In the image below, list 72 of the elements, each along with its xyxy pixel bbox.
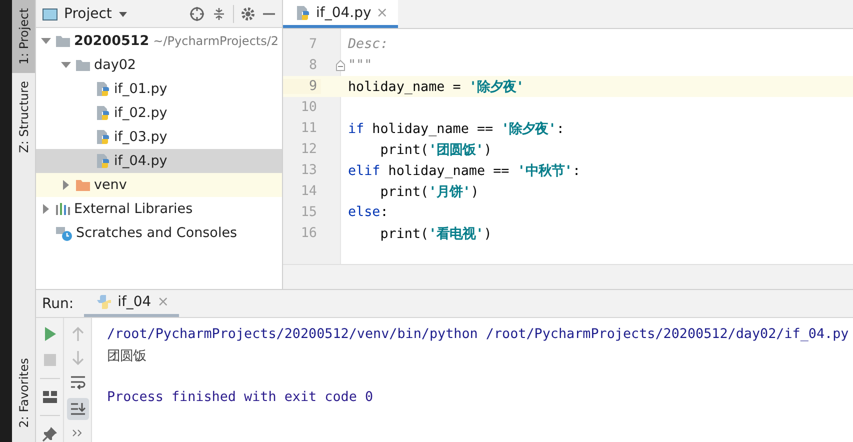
tree-item[interactable]: if_02.py — [36, 101, 282, 125]
python-file-icon — [95, 81, 111, 97]
code-line: elif holiday_name == '中秋节': — [348, 162, 580, 180]
line-number: 16 — [300, 226, 318, 241]
tree-item[interactable]: Scratches and Consoles — [36, 221, 282, 245]
line-number: 10 — [300, 100, 318, 115]
line-number: 8 — [308, 58, 318, 73]
console-line: Process finished with exit code 0 — [107, 390, 374, 405]
tree-item[interactable]: day02 — [36, 53, 282, 77]
tree-item[interactable]: if_01.py — [36, 77, 282, 101]
tree-label: if_04.py — [114, 153, 168, 169]
line-number: 13 — [300, 163, 318, 178]
folder-icon — [55, 34, 71, 48]
line-number: 14 — [300, 184, 318, 199]
tree-item[interactable]: venv — [36, 173, 282, 197]
python-file-icon — [295, 4, 311, 20]
tool-window-tab[interactable]: Z: Structure — [12, 72, 35, 160]
scratches-icon — [55, 225, 73, 241]
line-number: 9 — [283, 79, 321, 94]
line-number: 12 — [300, 142, 318, 157]
line-number: 15 — [300, 205, 318, 220]
tree-label: External Libraries — [74, 201, 193, 217]
soft-wrap-icon[interactable] — [70, 374, 86, 390]
tree-item[interactable]: if_03.py — [36, 125, 282, 149]
tree-label: day02 — [94, 57, 136, 73]
tab-label: if_04 — [118, 294, 152, 310]
fold-marker-icon[interactable] — [336, 60, 345, 71]
code-line: Desc: — [348, 37, 388, 52]
folder-icon — [75, 178, 91, 192]
tool-window-tab[interactable]: 1: Project — [12, 0, 35, 73]
tree-item[interactable]: if_04.py — [36, 149, 282, 173]
scroll-to-end-icon[interactable] — [66, 398, 88, 420]
tool-window-tab[interactable]: 2: Favorites — [12, 348, 35, 442]
code-line: """ — [348, 58, 372, 73]
folder-icon — [75, 58, 91, 72]
python-file-icon — [95, 153, 111, 169]
code-line: print('看电视') — [379, 226, 492, 242]
tree-label: if_01.py — [114, 81, 168, 97]
code-line: else: — [348, 205, 388, 220]
tree-label: Scratches and Consoles — [76, 225, 238, 241]
python-file-icon — [95, 129, 111, 145]
tree-item[interactable]: 20200512 ~/PycharmProjects/2 — [36, 29, 282, 53]
code-line: if holiday_name == '除夕夜': — [348, 120, 564, 138]
console-line: 团圆饭 — [107, 348, 146, 364]
panel-title[interactable]: Project — [64, 6, 112, 22]
window-icon — [42, 6, 58, 20]
line-number: 7 — [308, 37, 318, 52]
locate-icon[interactable] — [189, 6, 205, 22]
tab-label: if_04.py — [316, 4, 372, 20]
code-line: print('月饼') — [379, 184, 479, 200]
layout-icon[interactable] — [42, 389, 58, 405]
python-file-icon — [95, 105, 111, 121]
tree-label: 20200512 — [74, 33, 150, 49]
run-label: Run: — [41, 296, 75, 312]
python-icon — [96, 294, 112, 310]
tree-item[interactable]: External Libraries — [36, 197, 282, 221]
code-line: print('团圆饭') — [379, 142, 492, 158]
tree-label: if_02.py — [114, 105, 168, 121]
libraries-icon — [55, 202, 71, 216]
collapse-icon[interactable] — [211, 6, 227, 22]
run-tab[interactable]: if_04 × — [84, 290, 179, 317]
code-line: holiday_name = '除夕夜' — [348, 78, 524, 96]
pin-icon[interactable] — [42, 426, 58, 442]
more-icon[interactable] — [72, 428, 84, 438]
path-hint: ~/PycharmProjects/2 — [153, 34, 279, 48]
settings-icon[interactable] — [240, 6, 256, 22]
tree-label: if_03.py — [114, 129, 168, 145]
line-number: 11 — [300, 121, 318, 136]
console-line: /root/PycharmProjects/20200512/venv/bin/python /root/PycharmProjects/20200512/day02/if_04.py — [107, 327, 849, 342]
file-tab[interactable]: if_04.py × — [283, 0, 398, 28]
dropdown-caret-icon[interactable] — [118, 10, 128, 18]
tree-label: venv — [94, 177, 127, 193]
